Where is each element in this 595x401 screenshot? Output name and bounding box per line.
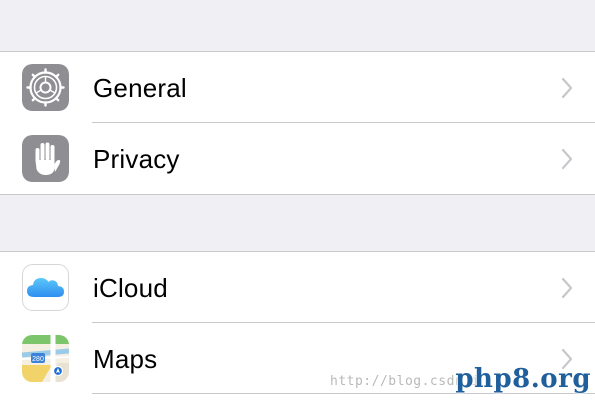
chevron-right-icon — [561, 77, 573, 99]
gear-icon — [22, 64, 69, 111]
watermark-logo: php8.org — [455, 364, 591, 394]
settings-row-label: Privacy — [93, 144, 180, 174]
settings-row-privacy[interactable]: Privacy — [0, 123, 595, 194]
settings-group-general: General Privacy — [0, 51, 595, 195]
maps-icon: 280 — [22, 335, 69, 382]
hand-icon — [22, 135, 69, 182]
settings-row-label: iCloud — [93, 273, 168, 303]
chevron-right-icon — [561, 148, 573, 170]
svg-text:280: 280 — [32, 356, 44, 363]
cloud-icon — [22, 264, 69, 311]
settings-row-label: General — [93, 73, 187, 103]
settings-row-icloud[interactable]: iCloud — [0, 252, 595, 323]
settings-row-label: Maps — [93, 344, 158, 374]
settings-row-general[interactable]: General — [0, 52, 595, 123]
settings-screen: General Privacy iCloud 280 Maps http://b… — [0, 0, 595, 401]
chevron-right-icon — [561, 277, 573, 299]
